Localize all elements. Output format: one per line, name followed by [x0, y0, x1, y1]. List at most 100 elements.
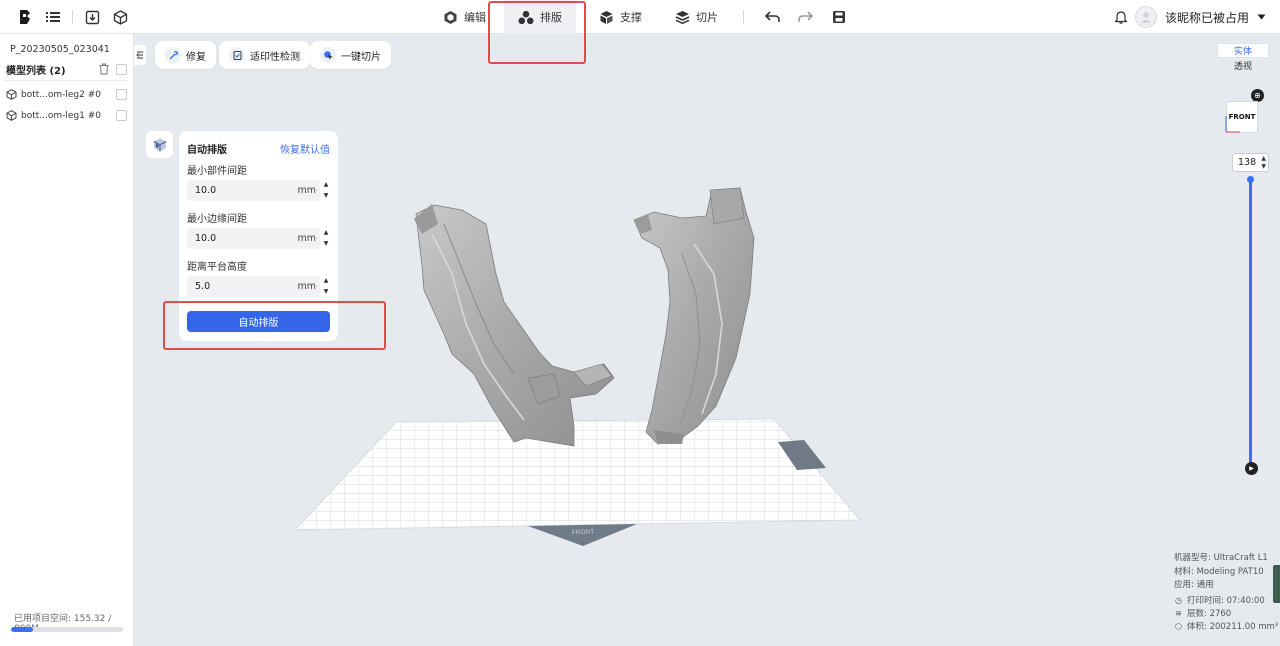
- volume-icon: ⬡: [1175, 621, 1182, 631]
- printability-check-button[interactable]: 适印性检测: [219, 41, 310, 69]
- chevron-up-icon[interactable]: ▲: [324, 228, 329, 238]
- tab-support[interactable]: 支撑: [598, 0, 642, 34]
- field-value: 10.0: [195, 185, 217, 196]
- arrange-cubes-icon: [152, 137, 168, 153]
- collapse-sidebar-button[interactable]: [134, 45, 146, 65]
- edit-cube-icon: [442, 9, 458, 25]
- chevron-down-icon[interactable]: ▼: [324, 191, 329, 201]
- build-plate-grid: [295, 419, 860, 530]
- printability-icon: [229, 47, 245, 63]
- tab-support-label: 支撑: [620, 11, 642, 24]
- min-edge-spacing-label: 最小边缘间距: [187, 214, 247, 225]
- model-leg-1[interactable]: [633, 187, 755, 445]
- model-leg-2[interactable]: [414, 204, 615, 447]
- model-cube-icon: [6, 110, 17, 121]
- support-icon: [598, 9, 614, 25]
- repair-button[interactable]: 修复: [155, 41, 216, 69]
- menu-icon[interactable]: [44, 8, 62, 26]
- import-icon[interactable]: [83, 8, 101, 26]
- min-part-spacing-stepper[interactable]: ▲ ▼: [322, 180, 330, 201]
- platform-height-label: 距离平台高度: [187, 262, 247, 273]
- field-value: 10.0: [195, 233, 217, 244]
- machine-info: 机器型号: UltraCraft L1: [1174, 553, 1268, 563]
- tab-slice-label: 切片: [696, 11, 718, 24]
- chevron-up-icon[interactable]: ▲: [1261, 155, 1266, 163]
- reset-defaults-link[interactable]: 恢复默认值: [280, 141, 330, 156]
- model-checkbox[interactable]: [116, 110, 127, 121]
- tab-edit-label: 编辑: [464, 11, 486, 24]
- user-area: 该昵称已被占用: [1114, 6, 1266, 28]
- field-unit: mm: [297, 281, 316, 292]
- arrange-panel-toggle-button[interactable]: [146, 131, 173, 158]
- arrange-spheres-icon: [518, 9, 534, 25]
- clock-icon: ◷: [1175, 595, 1182, 605]
- axis-indicator-icon: [1225, 116, 1240, 133]
- list-item[interactable]: bott...om-leg1 #0: [6, 110, 101, 121]
- tab-arrange[interactable]: 排版: [504, 0, 576, 34]
- list-item[interactable]: bott...om-leg2 #0: [6, 89, 101, 100]
- layers-info: ≋ 层数: 2760: [1175, 608, 1232, 620]
- field-value: 5.0: [195, 281, 211, 292]
- auto-arrange-button[interactable]: 自动排版: [187, 311, 330, 332]
- trash-icon[interactable]: [99, 63, 109, 75]
- min-edge-spacing-stepper[interactable]: ▲ ▼: [322, 228, 330, 249]
- divider: [72, 10, 73, 24]
- model-checkbox[interactable]: [116, 89, 127, 100]
- platform-height-stepper[interactable]: ▲ ▼: [322, 276, 330, 297]
- min-part-spacing-input[interactable]: 10.0 mm: [187, 180, 320, 201]
- redo-icon[interactable]: [796, 8, 814, 26]
- layer-input[interactable]: 138 ▲ ▼: [1232, 153, 1269, 172]
- chevron-up-icon[interactable]: ▲: [324, 180, 329, 190]
- view-solid-button[interactable]: 实体: [1217, 43, 1269, 58]
- panel-title: 自动排版: [187, 145, 227, 156]
- chevron-down-icon[interactable]: ▼: [324, 239, 329, 249]
- select-all-checkbox[interactable]: [116, 64, 127, 75]
- divider: [743, 10, 744, 24]
- top-bar: 编辑 排版 支撑 切片 该昵称已被占用: [0, 0, 1280, 34]
- side-panel-tab[interactable]: [1273, 565, 1280, 603]
- view-perspective-button[interactable]: 透视: [1217, 58, 1269, 73]
- layer-stepper[interactable]: ▲ ▼: [1261, 155, 1266, 171]
- layer-value: 138: [1238, 157, 1257, 168]
- logo-icon[interactable]: [16, 8, 34, 26]
- undo-icon[interactable]: [763, 8, 781, 26]
- storage-progress-fill: [11, 627, 33, 632]
- auto-arrange-panel: 自动排版 恢复默认值 最小部件间距 10.0 mm ▲ ▼ 最小边缘间距 10.…: [179, 131, 338, 341]
- project-name: P_20230505_023041: [10, 44, 110, 55]
- sidebar: P_20230505_023041 模型列表 (2) bott...om-leg…: [0, 34, 134, 646]
- layers-icon: ≋: [1175, 608, 1182, 618]
- tab-arrange-label: 排版: [540, 11, 562, 24]
- min-part-spacing-label: 最小部件间距: [187, 166, 247, 177]
- model-cube-icon: [6, 89, 17, 100]
- model-name: bott...om-leg2 #0: [21, 89, 101, 100]
- slice-layers-icon: [674, 9, 690, 25]
- one-click-slice-button[interactable]: 一键切片: [310, 41, 391, 69]
- volume-info: ⬡ 体积: 200211.00 mm³: [1175, 621, 1279, 633]
- chevron-down-icon[interactable]: ▼: [324, 287, 329, 297]
- save-icon[interactable]: [830, 8, 848, 26]
- printability-label: 适印性检测: [250, 51, 300, 63]
- model-list-title: 模型列表 (2): [6, 66, 66, 77]
- platform-height-input[interactable]: 5.0 mm: [187, 276, 320, 297]
- min-edge-spacing-input[interactable]: 10.0 mm: [187, 228, 320, 249]
- tab-slice[interactable]: 切片: [674, 0, 718, 34]
- layer-slider-track[interactable]: [1249, 180, 1252, 466]
- layer-slider-handle[interactable]: [1247, 176, 1254, 183]
- application-info: 应用: 通用: [1174, 580, 1214, 590]
- tab-edit[interactable]: 编辑: [442, 0, 486, 34]
- model-cube-icon[interactable]: [111, 8, 129, 26]
- chevron-down-icon[interactable]: ▼: [1261, 163, 1266, 171]
- bell-icon[interactable]: [1114, 10, 1127, 24]
- storage-progress-bar: [11, 627, 123, 632]
- caret-down-icon[interactable]: [1257, 14, 1266, 20]
- avatar[interactable]: [1134, 6, 1157, 28]
- repair-icon: [165, 47, 181, 63]
- platform-front-label: FRONT: [572, 529, 595, 537]
- field-unit: mm: [297, 233, 316, 244]
- slice-cursor-icon: [320, 47, 336, 63]
- user-name[interactable]: 该昵称已被占用: [1165, 9, 1249, 26]
- chevron-up-icon[interactable]: ▲: [324, 276, 329, 286]
- one-click-slice-label: 一键切片: [341, 51, 381, 63]
- repair-label: 修复: [186, 51, 206, 63]
- play-icon[interactable]: ▶: [1245, 462, 1258, 475]
